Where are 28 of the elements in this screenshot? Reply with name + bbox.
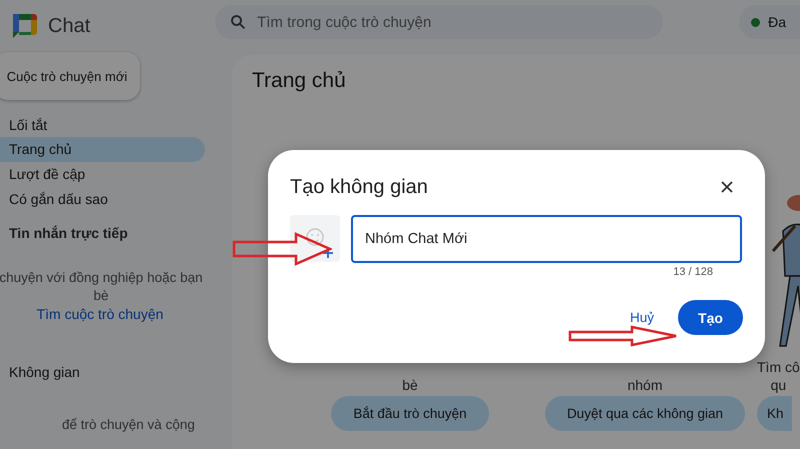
action-button[interactable]: Kh (757, 396, 792, 431)
character-counter: 13 / 128 (673, 266, 713, 278)
card-text: nhóm (627, 376, 663, 394)
section-title: Không gian (8, 364, 80, 382)
create-button[interactable]: Tạo (678, 300, 743, 335)
dialog-title: Tạo không gian (290, 176, 428, 198)
nav-item[interactable]: Trang chủ (0, 137, 205, 162)
chat-logo-icon (10, 11, 40, 41)
action-button[interactable]: Bắt đầu trò chuyện (331, 396, 489, 431)
section-title: Tin nhắn trực tiếp (8, 225, 128, 243)
nav-item[interactable]: Lượt đề cập (0, 162, 205, 187)
find-chat-link[interactable]: Tìm cuộc trò chuyện (0, 306, 200, 322)
card-text: bè (402, 376, 418, 394)
hint-text: để trò chuyện và cộng (61, 417, 195, 432)
hint-text: chuyện với đồng nghiệp hoặc bạn bè (0, 269, 204, 305)
new-chat-button[interactable]: Cuộc trò chuyện mới (0, 52, 140, 100)
search-field[interactable]: Tìm trong cuộc trò chuyện (215, 5, 664, 39)
space-name-field[interactable]: Nhóm Chat Mới (351, 215, 742, 263)
section-title: Lối tắt (8, 117, 48, 135)
action-button[interactable]: Duyệt qua các không gian (544, 396, 746, 431)
search-icon (229, 13, 248, 31)
close-icon[interactable] (720, 180, 734, 194)
page-title: Trang chủ (252, 69, 347, 93)
card-text: Tìm cô qu (757, 358, 800, 394)
nav-item[interactable]: Có gắn dấu sao (0, 187, 205, 212)
cancel-button[interactable]: Huỷ (630, 310, 654, 325)
status-button[interactable]: Đa (739, 5, 800, 39)
app-name: Chat (48, 14, 90, 38)
